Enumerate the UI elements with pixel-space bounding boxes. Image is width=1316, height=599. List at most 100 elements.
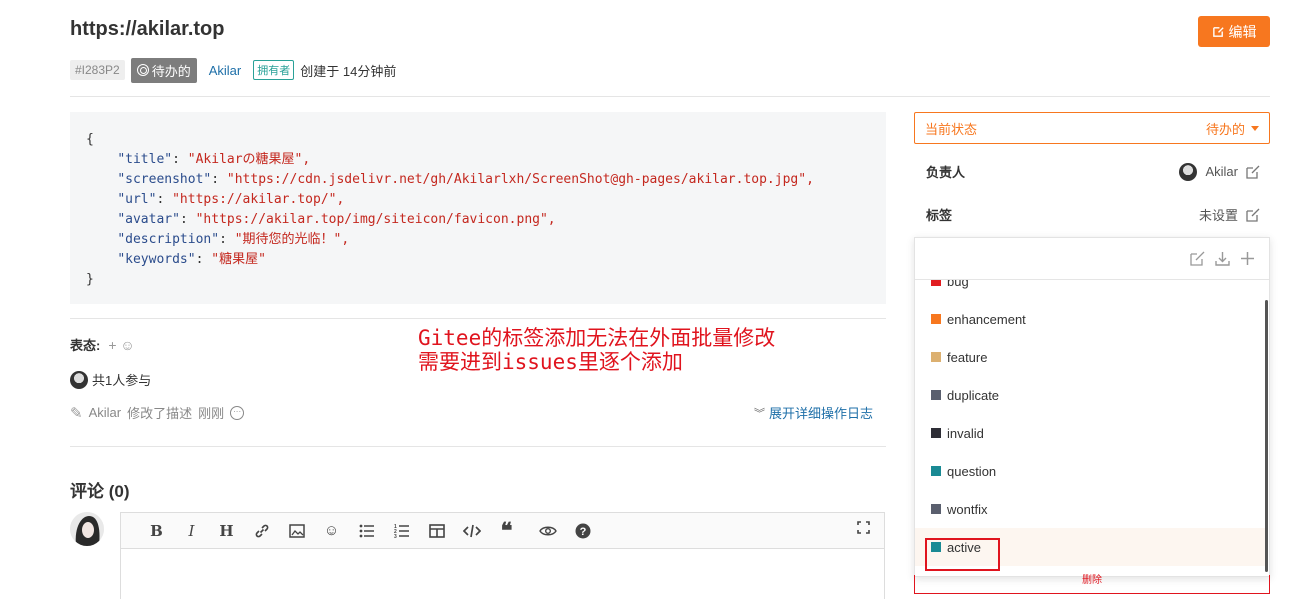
quote-icon[interactable]: ❝ <box>489 516 524 546</box>
status-badge-label: 待办的 <box>151 63 191 79</box>
more-icon[interactable]: ··· <box>230 405 245 420</box>
svg-text:3: 3 <box>394 534 397 538</box>
dropdown-scrollbar[interactable] <box>1265 300 1268 572</box>
edit-button-label: 编辑 <box>1228 23 1257 40</box>
issue-meta: #I283P2 待办的 Akilar 拥有者 创建于 14分钟前 <box>70 57 397 83</box>
caret-down-icon <box>1251 125 1259 131</box>
label-option-question[interactable]: question <box>915 452 1267 490</box>
label-color-swatch <box>931 314 941 324</box>
label-color-swatch <box>931 352 941 362</box>
labels-label: 标签 <box>926 208 953 223</box>
edit-labels-icon[interactable] <box>1246 208 1260 222</box>
user-avatar-icon <box>70 512 104 546</box>
emoji-icon[interactable]: ☺ <box>314 516 349 546</box>
label-option-name: duplicate <box>947 387 1000 403</box>
edit-icon <box>1212 27 1224 37</box>
code-value: "Akilarの糖果屋", <box>187 152 311 167</box>
status-select-label: 当前状态 <box>925 121 978 137</box>
ordered-list-icon[interactable]: 123 <box>384 516 419 546</box>
current-status-select[interactable]: 当前状态 待办的 <box>914 112 1270 144</box>
label-option-invalid[interactable]: invalid <box>915 414 1267 452</box>
avatar[interactable] <box>70 370 88 389</box>
code-key: "keywords" <box>117 252 196 267</box>
code-key: "description" <box>117 232 220 247</box>
editor-toolbar: B I H ☺ 123 ❝ ? <box>121 513 884 549</box>
expand-log-link[interactable]: ︾ 展开详细操作日志 <box>754 403 873 422</box>
edit-button[interactable]: 编辑 <box>1198 16 1270 47</box>
assignee-value: Akilar <box>1205 164 1238 179</box>
label-option-enhancement[interactable]: enhancement <box>915 300 1267 338</box>
label-option-name: wontfix <box>947 501 988 517</box>
heading-icon[interactable]: H <box>209 516 244 546</box>
add-reaction-button[interactable]: + ☺ <box>108 337 134 353</box>
label-color-swatch <box>931 428 941 438</box>
divider <box>70 318 886 319</box>
table-icon[interactable] <box>419 516 454 546</box>
label-option-name: bug <box>947 280 969 289</box>
edit-assignee-icon[interactable] <box>1246 165 1260 179</box>
svg-text:?: ? <box>579 526 586 538</box>
label-option-name: invalid <box>947 425 984 441</box>
delete-button-partial[interactable]: 删除 <box>914 575 1270 594</box>
state-ring-icon <box>136 64 149 76</box>
label-option-feature[interactable]: feature <box>915 338 1267 376</box>
add-label-icon[interactable] <box>1240 251 1255 266</box>
code-value: "https://akilar.top/img/siteicon/favicon… <box>195 212 556 227</box>
avatar <box>1179 162 1198 181</box>
reactions-bar: 表态: + ☺ <box>70 335 135 354</box>
link-icon[interactable] <box>244 516 279 546</box>
code-line: } <box>86 272 94 287</box>
status-badge: 待办的 <box>130 57 197 83</box>
assignee-label: 负责人 <box>926 165 966 180</box>
created-time: 创建于 14分钟前 <box>300 63 397 79</box>
activity-entry: ✎ Akilar 修改了描述 刚刚 ··· <box>70 403 245 422</box>
divider <box>70 446 886 447</box>
participants-text: 共1人参与 <box>92 373 152 388</box>
code-key: "avatar" <box>117 212 180 227</box>
annotation-line: Gitee的标签添加无法在外面批量修改 <box>418 326 776 350</box>
code-key: "title" <box>117 152 173 167</box>
code-value: "https://akilar.top/", <box>172 192 345 207</box>
import-labels-icon[interactable] <box>1215 251 1230 266</box>
manage-labels-icon[interactable] <box>1190 251 1205 266</box>
bold-icon[interactable]: B <box>139 516 174 546</box>
unordered-list-icon[interactable] <box>349 516 384 546</box>
code-key: "url" <box>117 192 157 207</box>
code-value: "期待您的光临！", <box>234 232 350 247</box>
divider <box>70 96 1270 97</box>
label-option-duplicate[interactable]: duplicate <box>915 376 1267 414</box>
assignee-value-wrap: Akilar <box>1179 162 1260 181</box>
labels-value: 未设置 <box>1198 208 1238 223</box>
reactions-label: 表态: <box>70 338 101 353</box>
code-value: "https://cdn.jsdelivr.net/gh/Akilarlxh/S… <box>226 172 814 187</box>
image-icon[interactable] <box>279 516 314 546</box>
fullscreen-icon[interactable] <box>857 521 870 537</box>
assignee-row: 负责人 Akilar <box>926 162 1260 181</box>
label-color-swatch <box>931 504 941 514</box>
activity-user[interactable]: Akilar <box>89 405 122 420</box>
owner-tag: 拥有者 <box>253 60 295 80</box>
expand-log-label: 展开详细操作日志 <box>769 406 874 421</box>
comment-editor: B I H ☺ 123 ❝ ? <box>120 512 885 599</box>
labels-value-wrap: 未设置 <box>1199 205 1260 224</box>
code-icon[interactable] <box>454 516 489 546</box>
issue-id[interactable]: #I283P2 <box>70 60 125 80</box>
label-option-bug[interactable]: bug <box>915 280 1267 300</box>
highlight-box <box>925 538 1000 571</box>
pencil-icon: ✎ <box>70 404 83 422</box>
double-chevron-down-icon: ︾ <box>754 407 765 420</box>
comments-title: 评论 (0) <box>70 482 130 501</box>
preview-eye-icon[interactable] <box>530 516 565 546</box>
label-option-wontfix[interactable]: wontfix <box>915 490 1267 528</box>
activity-action: 修改了描述 <box>127 406 193 421</box>
author-link[interactable]: Akilar <box>209 63 242 78</box>
help-icon[interactable]: ? <box>565 516 600 546</box>
labels-dropdown: bug enhancement feature duplicate invali… <box>914 237 1270 577</box>
label-option-name: feature <box>947 349 988 365</box>
issue-title: https://akilar.top <box>70 18 225 40</box>
label-option-name: question <box>947 463 997 479</box>
plus-icon: + <box>108 336 117 353</box>
participants: 共1人参与 <box>70 370 151 389</box>
italic-icon[interactable]: I <box>174 516 209 546</box>
labels-row: 标签 未设置 <box>926 205 1260 224</box>
